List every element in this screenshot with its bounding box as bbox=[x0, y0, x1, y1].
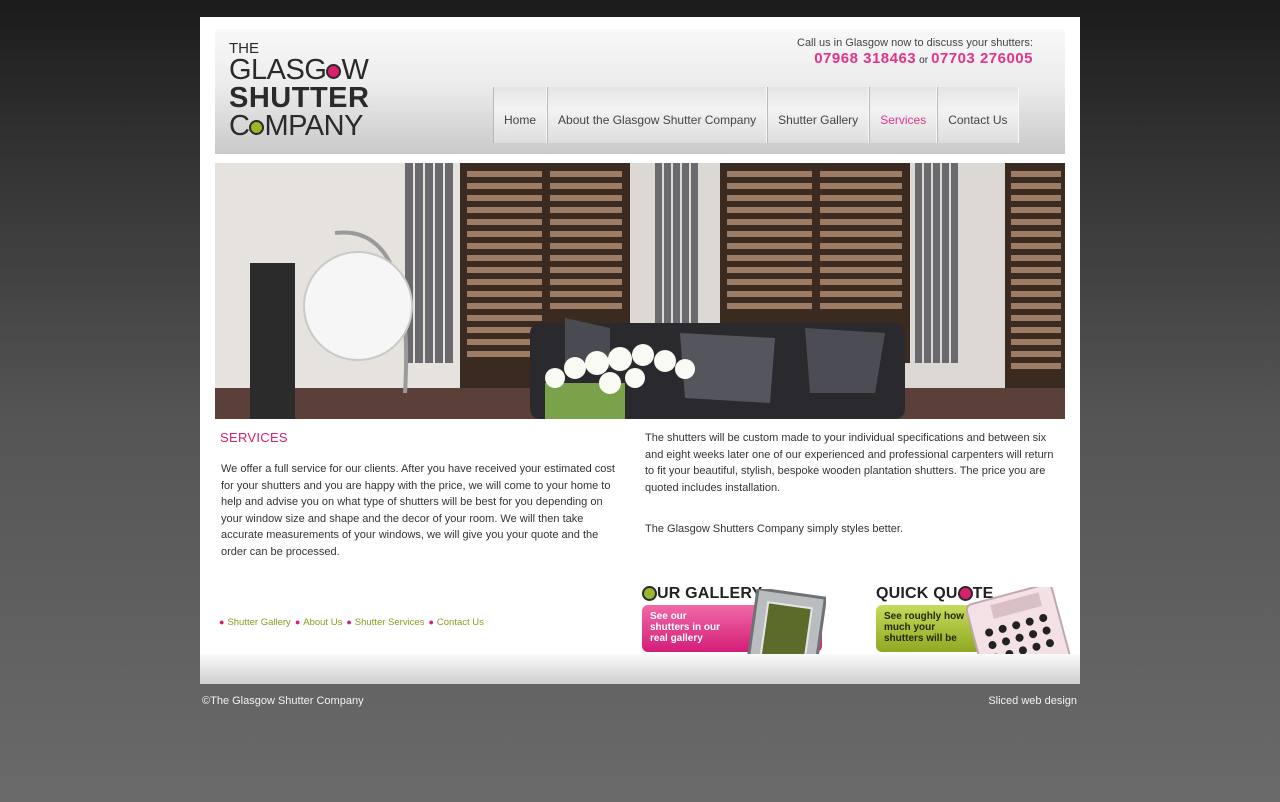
call-us-text: Call us in Glasgow now to discuss your s… bbox=[797, 37, 1033, 49]
main-nav: Home About the Glasgow Shutter Company S… bbox=[493, 87, 1019, 143]
footer-link-label: Shutter Gallery bbox=[227, 617, 291, 628]
hero-illustration bbox=[215, 163, 1065, 419]
credit-link[interactable]: Sliced web design bbox=[988, 695, 1077, 707]
logo-line-company: C MPANY bbox=[229, 110, 363, 142]
footer-link-label: Contact Us bbox=[436, 617, 484, 628]
logo-pink-dot-icon bbox=[326, 63, 342, 79]
quick-quote-title-pre: QUICK QU bbox=[876, 585, 958, 602]
phone-2[interactable]: 07703 276005 bbox=[931, 50, 1033, 67]
logo[interactable]: THE GLASG W SHUTTER C MPANY bbox=[229, 41, 379, 141]
nav-contact[interactable]: Contact Us bbox=[937, 87, 1019, 143]
nav-shutter-gallery[interactable]: Shutter Gallery bbox=[767, 87, 870, 143]
bullet-icon: ● bbox=[428, 617, 434, 627]
header: THE GLASG W SHUTTER C MPANY Call us in Gla… bbox=[215, 29, 1065, 154]
footer-link-contact-us[interactable]: ● Contact Us bbox=[428, 617, 483, 628]
nav-services[interactable]: Services bbox=[869, 87, 938, 143]
call-us: Call us in Glasgow now to discuss your s… bbox=[797, 37, 1033, 68]
phone-numbers: 07968 318463 or 07703 276005 bbox=[797, 50, 1033, 68]
services-paragraph-1: We offer a full service for our clients.… bbox=[221, 463, 615, 558]
logo-line-shutter: SHUTTER bbox=[229, 82, 370, 114]
footer-link-label: Shutter Services bbox=[354, 617, 425, 628]
logo-line-glasgow: GLASG W bbox=[229, 54, 369, 86]
logo-green-dot-icon bbox=[249, 119, 265, 135]
bullet-icon: ● bbox=[294, 617, 301, 627]
footer-links: ● Shutter Gallery ● About Us ● Shutter Serv… bbox=[219, 617, 484, 628]
nav-about[interactable]: About the Glasgow Shutter Company bbox=[547, 87, 768, 143]
phone-1[interactable]: 07968 318463 bbox=[814, 50, 916, 67]
gallery-green-dot-icon bbox=[642, 586, 657, 602]
phone-or: or bbox=[919, 55, 929, 66]
bullet-icon: ● bbox=[346, 617, 352, 627]
page-bottom-bar bbox=[200, 654, 1080, 684]
footer-link-label: About Us bbox=[303, 617, 343, 628]
page-title: SERVICES bbox=[220, 430, 288, 445]
footer-link-about-us[interactable]: ● About Us bbox=[295, 617, 343, 628]
bullet-icon: ● bbox=[219, 617, 225, 627]
page-container: THE GLASG W SHUTTER C MPANY Call us in Gla… bbox=[200, 17, 1080, 684]
services-tagline: The Glasgow Shutters Company simply styl… bbox=[645, 523, 903, 535]
copyright-text: ©The Glasgow Shutter Company bbox=[202, 695, 364, 707]
nav-home[interactable]: Home bbox=[493, 87, 548, 143]
footer-link-shutter-services[interactable]: ● Shutter Services bbox=[346, 617, 424, 628]
hero-image-room-with-shutters bbox=[215, 163, 1065, 419]
services-paragraph-2: The shutters will be custom made to your… bbox=[645, 432, 1054, 494]
footer-link-shutter-gallery[interactable]: ● Shutter Gallery bbox=[219, 617, 291, 628]
